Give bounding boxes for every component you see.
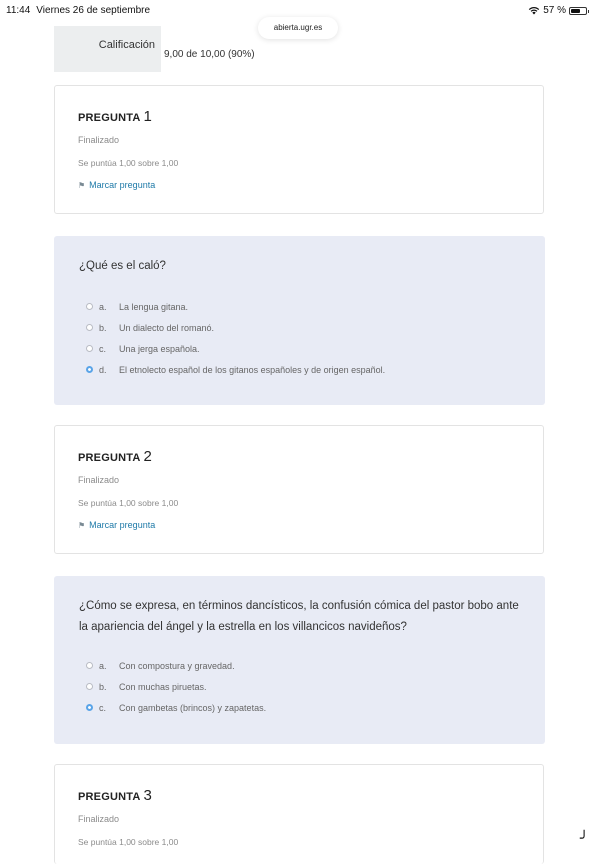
question-title: PREGUNTA 3 bbox=[78, 787, 153, 804]
flag-icon: ⚑ bbox=[78, 180, 86, 190]
url-bar[interactable]: abierta.ugr.es bbox=[258, 17, 338, 39]
status-right: 57 % bbox=[528, 5, 589, 16]
answer-option-c[interactable]: c. Una jerga española. bbox=[86, 338, 385, 359]
answer-option-a[interactable]: a. La lengua gitana. bbox=[86, 296, 385, 317]
flag-question-link[interactable]: ⚑ Marcar pregunta bbox=[78, 520, 155, 530]
question-grade: Se puntúa 1,00 sobre 1,00 bbox=[78, 837, 179, 847]
question-text: ¿Qué es el caló? bbox=[79, 260, 166, 272]
loading-spinner-icon: ╯ bbox=[580, 830, 589, 846]
question-content-1: ¿Qué es el caló? a. La lengua gitana. b. U… bbox=[54, 236, 545, 405]
radio-selected-icon[interactable] bbox=[86, 704, 93, 711]
radio-icon[interactable] bbox=[86, 324, 93, 331]
answer-list: a. Con compostura y gravedad. b. Con mucha… bbox=[86, 655, 266, 718]
question-info-1: PREGUNTA 1 Finalizado Se puntúa 1,00 sobr… bbox=[54, 85, 544, 214]
radio-icon[interactable] bbox=[86, 683, 93, 690]
summary-value: 9,00 de 10,00 (90%) bbox=[164, 49, 255, 60]
summary-label: Calificación bbox=[98, 39, 155, 51]
question-state: Finalizado bbox=[78, 135, 120, 145]
status-date: Viernes 26 de septiembre bbox=[36, 5, 151, 16]
question-title: PREGUNTA 2 bbox=[78, 448, 153, 465]
question-grade: Se puntúa 1,00 sobre 1,00 bbox=[78, 158, 179, 168]
question-grade: Se puntúa 1,00 sobre 1,00 bbox=[78, 498, 179, 508]
battery-icon bbox=[569, 6, 589, 15]
question-number: 1 bbox=[143, 108, 153, 125]
answer-list: a. La lengua gitana. b. Un dialecto del ro… bbox=[86, 296, 385, 380]
question-info-3: PREGUNTA 3 Finalizado Se puntúa 1,00 sobr… bbox=[54, 764, 544, 864]
question-state: Finalizado bbox=[78, 475, 120, 485]
radio-icon[interactable] bbox=[86, 303, 93, 310]
answer-option-c[interactable]: c. Con gambetas (brincos) y zapatetas. bbox=[86, 697, 266, 718]
wifi-icon bbox=[528, 6, 540, 15]
status-time: 11:44 bbox=[6, 5, 31, 16]
radio-icon[interactable] bbox=[86, 345, 93, 352]
question-number: 2 bbox=[143, 448, 153, 465]
battery-percentage: 57 % bbox=[543, 5, 566, 16]
radio-selected-icon[interactable] bbox=[86, 366, 93, 373]
status-left: 11:44 Viernes 26 de septiembre bbox=[6, 5, 150, 16]
answer-option-b[interactable]: b. Un dialecto del romanó. bbox=[86, 317, 385, 338]
question-state: Finalizado bbox=[78, 814, 120, 824]
question-content-2: ¿Cómo se expresa, en términos dancístico… bbox=[54, 576, 545, 744]
radio-icon[interactable] bbox=[86, 662, 93, 669]
summary-label-cell: Calificación bbox=[54, 26, 161, 72]
question-info-2: PREGUNTA 2 Finalizado Se puntúa 1,00 sobr… bbox=[54, 425, 544, 554]
flag-question-link[interactable]: ⚑ Marcar pregunta bbox=[78, 180, 155, 190]
answer-option-b[interactable]: b. Con muchas piruetas. bbox=[86, 676, 266, 697]
answer-option-d[interactable]: d. El etnolecto español de los gitanos es… bbox=[86, 359, 385, 380]
answer-option-a[interactable]: a. Con compostura y gravedad. bbox=[86, 655, 266, 676]
question-number: 3 bbox=[143, 787, 153, 804]
question-title: PREGUNTA 1 bbox=[78, 108, 153, 125]
flag-icon: ⚑ bbox=[78, 520, 86, 530]
question-text: ¿Cómo se expresa, en términos dancístico… bbox=[79, 600, 519, 633]
